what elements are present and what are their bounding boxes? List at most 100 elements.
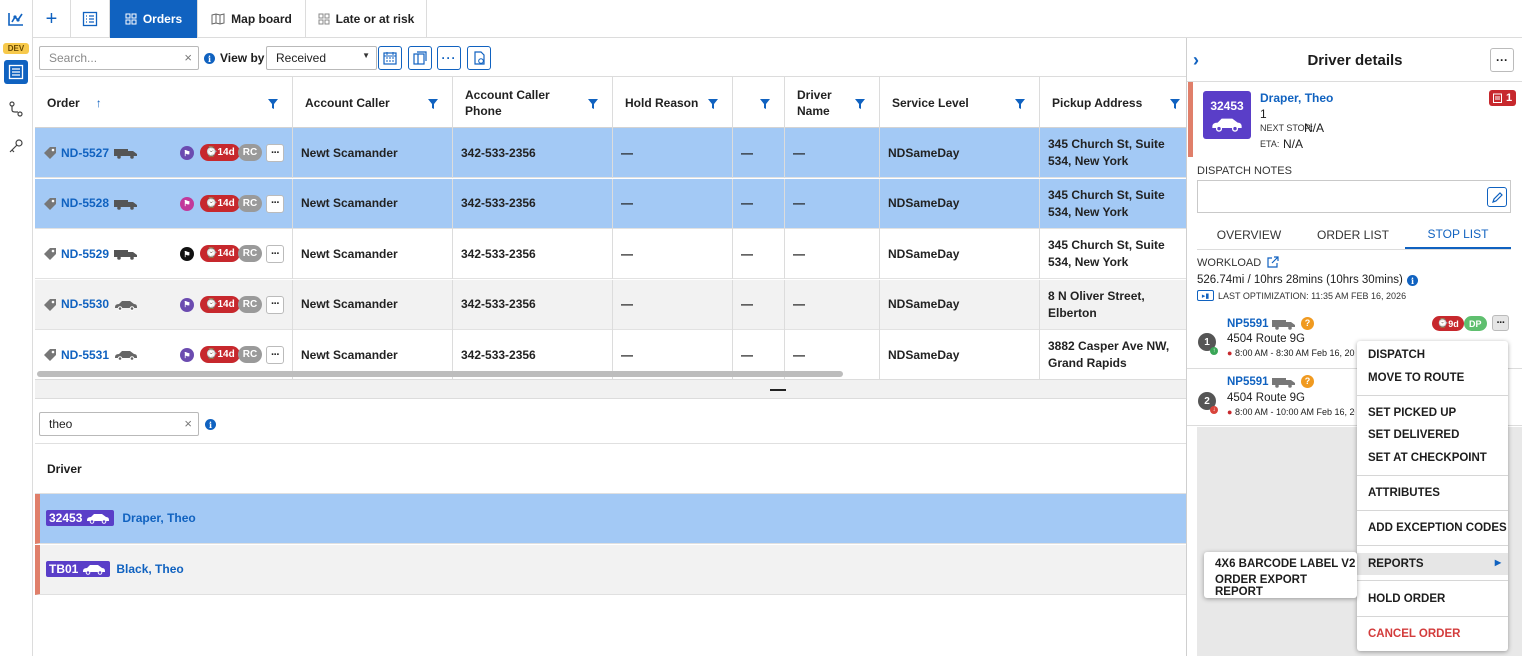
- dispatch-notes-field[interactable]: [1197, 180, 1511, 213]
- driver-name-link[interactable]: Draper, Theo: [122, 511, 195, 525]
- tab-late-or-at-risk[interactable]: Late or at risk: [306, 0, 427, 38]
- filter-icon[interactable]: [708, 97, 718, 113]
- filter-icon[interactable]: [588, 97, 598, 113]
- row-more-button[interactable]: ···: [266, 295, 284, 314]
- menu-item-dispatch[interactable]: DISPATCH: [1357, 345, 1508, 364]
- stop-order-link[interactable]: NP5591: [1227, 376, 1269, 388]
- filter-icon[interactable]: [268, 97, 278, 113]
- table-row[interactable]: ND-5527 ⚑ ⌚ 14d RC ··· Newt Scamander 342-533-2…: [35, 128, 1186, 178]
- filter-icon[interactable]: [855, 97, 865, 113]
- stop-more-button[interactable]: ···: [1492, 315, 1509, 331]
- route-nav-icon[interactable]: [4, 97, 28, 121]
- row-more-button[interactable]: ···: [266, 245, 284, 263]
- export-button[interactable]: [467, 46, 491, 70]
- flag-icon[interactable]: ⚑: [180, 348, 194, 362]
- tab-label: Map board: [231, 12, 292, 26]
- horizontal-scrollbar[interactable]: [37, 371, 843, 377]
- menu-item-add-exception-codes[interactable]: ADD EXCEPTION CODES: [1357, 518, 1508, 537]
- flag-icon[interactable]: ⚑: [180, 247, 194, 261]
- table-row[interactable]: ND-5529 ⚑ ⌚ 14d RC ··· Newt Scamander 342-533-2…: [35, 229, 1186, 279]
- tab-stop-list[interactable]: STOP LIST: [1405, 221, 1511, 249]
- row-more-button[interactable]: ···: [266, 194, 284, 213]
- row-more-button[interactable]: ···: [266, 144, 284, 162]
- menu-item-set-picked-up[interactable]: SET PICKED UP: [1357, 403, 1508, 422]
- order-link[interactable]: ND-5527: [61, 145, 109, 162]
- columns-button[interactable]: [408, 46, 432, 70]
- clear-icon[interactable]: ×: [184, 416, 192, 431]
- search-input[interactable]: Search... ×: [39, 46, 199, 70]
- menu-item-set-delivered[interactable]: SET DELIVERED: [1357, 425, 1508, 444]
- tab-overview[interactable]: OVERVIEW: [1197, 221, 1301, 249]
- sort-asc-icon[interactable]: ↑: [96, 95, 102, 111]
- calendar-button[interactable]: [378, 46, 402, 70]
- table-row[interactable]: ND-5530 ⚑ ⌚ 14d RC ··· Newt Scamander 342-533-2…: [35, 279, 1186, 330]
- question-icon[interactable]: ?: [1301, 317, 1314, 330]
- order-link[interactable]: ND-5528: [61, 195, 109, 212]
- submenu-item-barcode-label[interactable]: 4X6 BARCODE LABEL V2: [1204, 555, 1357, 573]
- order-link[interactable]: ND-5529: [61, 246, 109, 263]
- stop-order-link[interactable]: NP5591: [1227, 318, 1269, 330]
- driver-name-link[interactable]: Black, Theo: [116, 562, 183, 576]
- info-icon[interactable]: i: [1407, 275, 1418, 286]
- info-icon[interactable]: i: [204, 53, 215, 64]
- tab-map-board[interactable]: Map board: [198, 0, 306, 38]
- filter-icon[interactable]: [428, 97, 438, 113]
- column-header-account-caller-phone[interactable]: Account Caller Phone: [453, 77, 613, 128]
- cell-order: ND-5527 ⚑ ⌚ 14d RC ···: [35, 128, 293, 178]
- clear-icon[interactable]: ×: [184, 50, 192, 65]
- view-by-select[interactable]: Received ▼: [266, 46, 377, 70]
- list-view-icon[interactable]: [71, 0, 110, 38]
- filter-icon[interactable]: [760, 97, 770, 113]
- column-header-pickup-address[interactable]: Pickup Address: [1040, 77, 1186, 128]
- flag-icon[interactable]: ⚑: [180, 196, 194, 211]
- menu-item-reports[interactable]: REPORTS ▶: [1357, 553, 1508, 575]
- stop-time-window: ● 8:00 AM - 8:30 AM Feb 16, 2026: [1227, 348, 1355, 358]
- status-stripe: [1188, 82, 1193, 157]
- panel-more-button[interactable]: ···: [1490, 48, 1514, 72]
- menu-item-move-to-route[interactable]: MOVE TO ROUTE: [1357, 368, 1508, 387]
- submenu-item-order-export[interactable]: ORDER EXPORT REPORT: [1204, 574, 1357, 598]
- column-header-hold-reason[interactable]: Hold Reason: [613, 77, 733, 128]
- table-row[interactable]: ND-5528 ⚑ ⌚ 14d RC ··· Newt Scamander 342-533-2…: [35, 178, 1186, 229]
- external-link-icon[interactable]: [1267, 256, 1279, 271]
- tab-order-list[interactable]: ORDER LIST: [1301, 221, 1405, 249]
- dev-badge: DEV: [3, 43, 29, 54]
- column-header-service-level[interactable]: Service Level: [880, 77, 1040, 128]
- cell-pickup: 345 Church St, Suite 534, New York: [1048, 238, 1165, 269]
- info-icon[interactable]: i: [205, 419, 216, 430]
- more-options-button[interactable]: ···: [437, 46, 461, 70]
- flag-icon[interactable]: ⚑: [180, 146, 194, 160]
- driver-column-header[interactable]: Driver: [35, 443, 1186, 494]
- order-link[interactable]: ND-5531: [61, 347, 109, 364]
- add-icon[interactable]: +: [33, 0, 71, 38]
- menu-item-cancel-order[interactable]: CANCEL ORDER: [1357, 624, 1508, 643]
- filter-icon[interactable]: [1170, 97, 1180, 113]
- flag-icon[interactable]: ⚑: [180, 297, 194, 312]
- key-nav-icon[interactable]: [4, 134, 28, 158]
- cell-service: NDSameDay: [880, 279, 1040, 330]
- order-link[interactable]: ND-5530: [61, 296, 109, 313]
- menu-item-attributes[interactable]: ATTRIBUTES: [1357, 483, 1508, 502]
- car-icon: [1212, 118, 1242, 132]
- question-icon[interactable]: ?: [1301, 375, 1314, 388]
- edit-icon[interactable]: [1487, 187, 1507, 207]
- driver-row[interactable]: TB01 Black, Theo: [35, 545, 1186, 595]
- filter-icon[interactable]: [1015, 97, 1025, 113]
- pane-splitter[interactable]: [35, 379, 1186, 399]
- age-badge: ⌚ 14d: [200, 144, 240, 161]
- orders-nav-icon[interactable]: [4, 60, 28, 84]
- menu-item-hold-order[interactable]: HOLD ORDER: [1357, 589, 1508, 608]
- drag-handle-icon[interactable]: [770, 389, 786, 391]
- tab-orders[interactable]: Orders: [110, 0, 198, 38]
- cell-service: NDSameDay: [880, 229, 1040, 279]
- driver-name-link[interactable]: Draper, Theo: [1260, 91, 1333, 105]
- row-more-button[interactable]: ···: [266, 346, 284, 364]
- column-header-driver-name[interactable]: Driver Name: [785, 77, 880, 128]
- driver-search-input[interactable]: theo ×: [39, 412, 199, 436]
- driver-row[interactable]: 32453 Draper, Theo: [35, 494, 1186, 544]
- menu-item-set-at-checkpoint[interactable]: SET AT CHECKPOINT: [1357, 448, 1508, 467]
- column-header-account-caller[interactable]: Account Caller: [293, 77, 453, 128]
- column-header-order[interactable]: Order ↑: [35, 77, 293, 128]
- logo-icon[interactable]: [4, 8, 28, 32]
- column-header-blank[interactable]: [733, 77, 785, 128]
